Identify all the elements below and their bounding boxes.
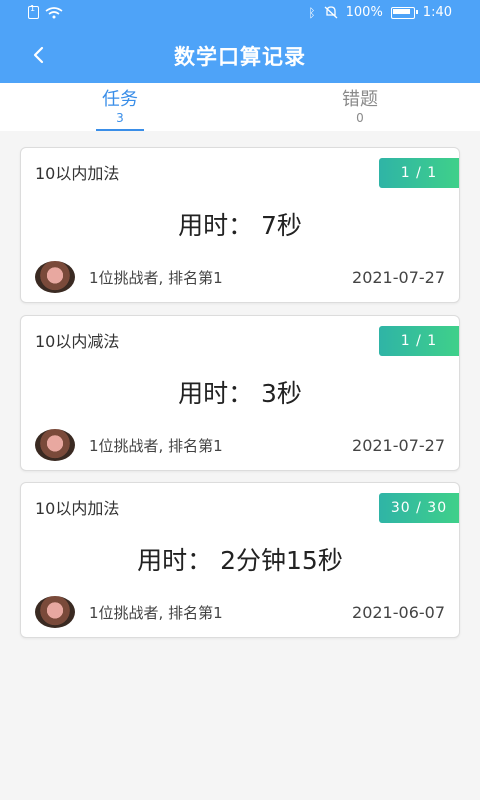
challenger-rank: 1位挑战者, 排名第1 — [89, 604, 223, 622]
score-badge: 1 / 1 — [379, 158, 459, 188]
tab-tasks-label: 任务 — [102, 89, 138, 110]
score-badge: 1 / 1 — [379, 326, 459, 356]
score-badge: 30 / 30 — [379, 493, 459, 523]
challenger-rank: 1位挑战者, 排名第1 — [89, 269, 223, 287]
sim-card-icon — [28, 4, 39, 19]
tab-wrong-count: 0 — [356, 111, 364, 125]
app-header: ᛒ 100% 1:40 数学口算记录 — [0, 0, 480, 83]
status-right: ᛒ 100% 1:40 — [308, 5, 452, 20]
card-title: 10以内加法 — [35, 164, 120, 183]
status-time: 1:40 — [422, 5, 452, 20]
challenger-rank: 1位挑战者, 排名第1 — [89, 437, 223, 455]
time-used: 用时： 3秒 — [178, 379, 302, 408]
nav-bar: 数学口算记录 — [0, 26, 480, 83]
tab-wrong-questions[interactable]: 错题 0 — [300, 89, 420, 125]
page-title: 数学口算记录 — [174, 45, 306, 69]
tab-tasks[interactable]: 任务 3 — [60, 89, 180, 125]
card-title: 10以内减法 — [35, 332, 120, 351]
battery-percent: 100% — [345, 5, 383, 20]
mute-icon — [324, 6, 338, 19]
record-card[interactable]: 10以内减法 1 / 1 用时： 3秒 1位挑战者, 排名第1 2021-07-… — [20, 315, 460, 471]
record-date: 2021-07-27 — [352, 436, 445, 455]
avatar[interactable] — [35, 261, 75, 293]
wifi-icon — [45, 6, 63, 18]
active-tab-indicator — [96, 129, 144, 131]
tab-wrong-label: 错题 — [342, 89, 378, 110]
record-date: 2021-06-07 — [352, 603, 445, 622]
time-used: 用时： 2分钟15秒 — [137, 546, 343, 575]
status-bar: ᛒ 100% 1:40 — [0, 0, 480, 26]
status-left — [28, 4, 63, 19]
record-card[interactable]: 10以内加法 30 / 30 用时： 2分钟15秒 1位挑战者, 排名第1 20… — [20, 482, 460, 638]
record-card[interactable]: 10以内加法 1 / 1 用时： 7秒 1位挑战者, 排名第1 2021-07-… — [20, 147, 460, 303]
card-title: 10以内加法 — [35, 499, 120, 518]
battery-icon — [390, 6, 418, 19]
avatar[interactable] — [35, 596, 75, 628]
time-used: 用时： 7秒 — [178, 211, 302, 240]
tab-tasks-count: 3 — [116, 111, 124, 125]
avatar[interactable] — [35, 429, 75, 461]
record-date: 2021-07-27 — [352, 268, 445, 287]
tab-bar: 任务 3 错题 0 — [0, 83, 480, 131]
bluetooth-icon: ᛒ — [308, 5, 316, 20]
